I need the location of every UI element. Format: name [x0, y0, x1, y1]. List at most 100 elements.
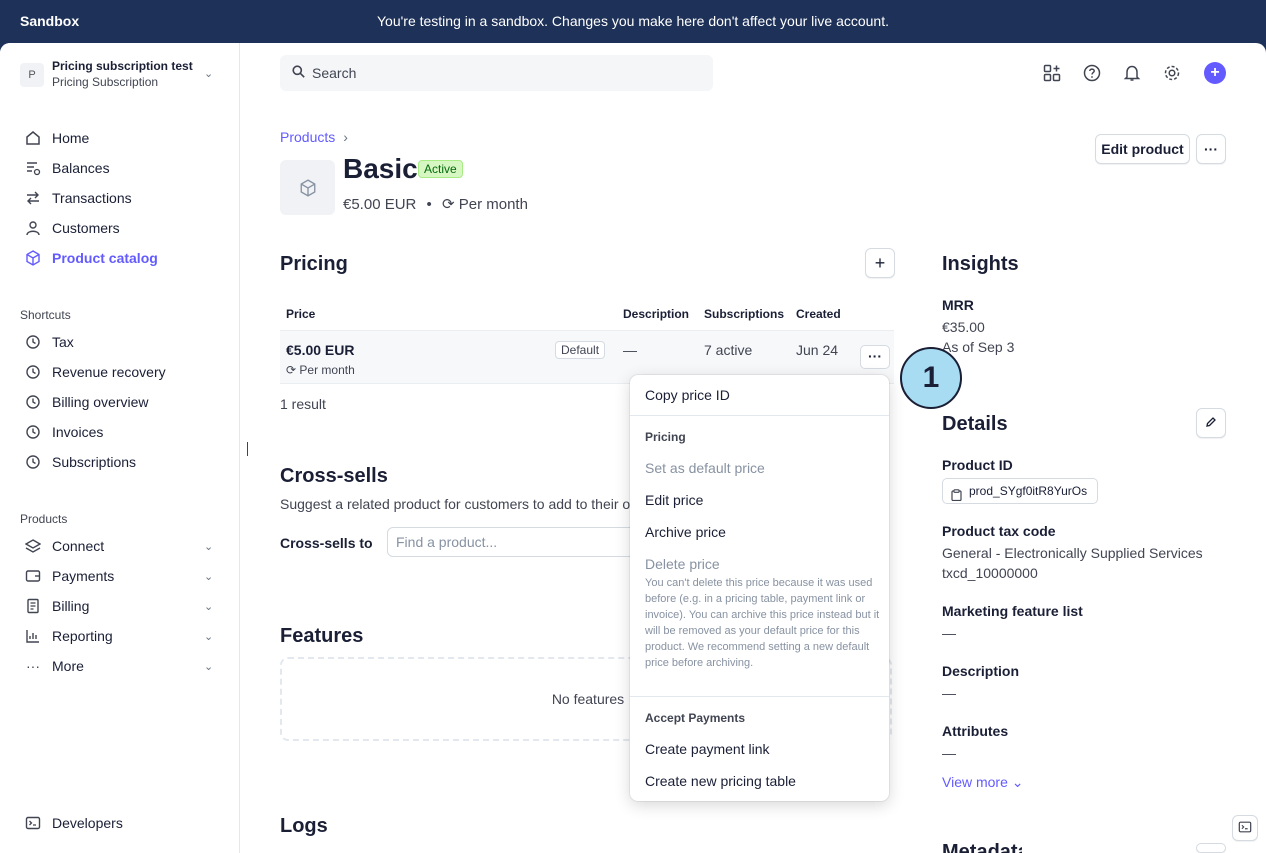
- price-actions-menu: Copy price ID Pricing Set as default pri…: [630, 375, 889, 801]
- sidebar-item-developers[interactable]: Developers: [24, 812, 224, 834]
- chevron-down-icon: ⌄: [204, 540, 214, 553]
- view-more-label: View more: [942, 774, 1008, 790]
- sidebar-item-more[interactable]: ··· More ⌄: [24, 655, 224, 677]
- features-heading: Features: [280, 625, 364, 647]
- sidebar-item-product-catalog[interactable]: Product catalog: [24, 247, 224, 269]
- mrr-label: MRR: [942, 297, 974, 313]
- recurring-icon: ⟳: [286, 363, 297, 377]
- edit-details-button[interactable]: [1196, 408, 1226, 438]
- create-new-button[interactable]: +: [1204, 62, 1226, 84]
- menu-edit-price[interactable]: Edit price: [645, 492, 703, 508]
- search-bar[interactable]: [280, 55, 713, 91]
- sidebar-item-label: Payments: [52, 568, 115, 584]
- description-value: —: [942, 685, 956, 701]
- sidebar-item-transactions[interactable]: Transactions: [24, 187, 224, 209]
- ellipsis-icon: ···: [1204, 141, 1218, 157]
- column-header-description: Description: [623, 307, 690, 321]
- shortcut-revenue-recovery[interactable]: Revenue recovery: [24, 361, 224, 383]
- terminal-icon: [24, 814, 42, 832]
- description-label: Description: [942, 663, 1020, 679]
- search-input[interactable]: [312, 55, 702, 91]
- menu-delete-price[interactable]: Delete price: [645, 556, 720, 572]
- status-badge: Active: [418, 160, 463, 178]
- menu-heading-accept-payments: Accept Payments: [645, 711, 746, 725]
- sidebar-item-balances[interactable]: Balances: [24, 157, 224, 179]
- cross-sells-input[interactable]: [396, 528, 636, 556]
- shortcut-label: Billing overview: [52, 394, 149, 410]
- cross-sells-subtitle: Suggest a related product for customers …: [280, 496, 631, 512]
- gear-icon[interactable]: [1162, 63, 1182, 83]
- view-more-link[interactable]: View more ⌄: [942, 774, 1024, 791]
- menu-set-default-price[interactable]: Set as default price: [645, 460, 765, 476]
- column-header-created: Created: [796, 307, 841, 321]
- sidebar-item-label: Product catalog: [52, 250, 158, 266]
- price-amount: €5.00 EUR: [286, 342, 355, 358]
- shortcut-subscriptions[interactable]: Subscriptions: [24, 451, 224, 473]
- help-icon[interactable]: [1082, 63, 1102, 83]
- sidebar-item-label: More: [52, 658, 84, 674]
- edit-metadata-button[interactable]: [1196, 843, 1226, 853]
- shortcut-tax[interactable]: Tax: [24, 331, 224, 353]
- recurring-icon: ⟳: [441, 196, 455, 213]
- sidebar-item-payments[interactable]: Payments ⌄: [24, 565, 224, 587]
- ellipsis-icon: ···: [26, 658, 40, 674]
- more-actions-button[interactable]: ···: [1196, 134, 1226, 164]
- sidebar-item-connect[interactable]: Connect ⌄: [24, 535, 224, 557]
- shortcut-invoices[interactable]: Invoices: [24, 421, 224, 443]
- delete-price-note: You can't delete this price because it w…: [645, 577, 880, 669]
- page-title: Basic: [343, 153, 418, 184]
- bell-icon[interactable]: [1122, 63, 1142, 83]
- chevron-down-icon: ⌄: [204, 68, 214, 80]
- product-id-copy[interactable]: prod_SYgf0itR8YurOs: [942, 478, 1099, 504]
- sidebar-item-label: Reporting: [52, 628, 113, 644]
- step-marker: 1: [900, 347, 962, 409]
- wallet-icon: [24, 567, 42, 585]
- tax-code-id: txcd_10000000: [942, 565, 1038, 581]
- tax-code-name: General - Electronically Supplied Servic…: [942, 545, 1203, 561]
- attributes-label: Attributes: [942, 723, 1009, 739]
- edit-product-button[interactable]: Edit product: [1095, 134, 1190, 164]
- sidebar-item-label: Billing: [52, 598, 90, 614]
- shortcut-label: Revenue recovery: [52, 364, 166, 380]
- sidebar-item-billing[interactable]: Billing ⌄: [24, 595, 224, 617]
- cross-sells-field[interactable]: [387, 527, 647, 557]
- shortcut-billing-overview[interactable]: Billing overview: [24, 391, 224, 413]
- clock-icon: [24, 423, 42, 441]
- price-interval-label: Per month: [299, 363, 355, 377]
- sidebar-item-customers[interactable]: Customers: [24, 217, 224, 239]
- add-price-button[interactable]: +: [865, 248, 895, 278]
- breadcrumb-products[interactable]: Products: [280, 129, 335, 145]
- column-header-subscriptions: Subscriptions: [704, 307, 785, 321]
- menu-copy-price-id[interactable]: Copy price ID: [645, 387, 730, 403]
- sidebar-item-label: Connect: [52, 538, 105, 554]
- apps-icon[interactable]: [1042, 63, 1062, 83]
- account-switcher[interactable]: P Pricing subscription test Pricing Subs…: [20, 59, 220, 91]
- bar-chart-icon: [24, 627, 42, 645]
- document-icon: [24, 597, 42, 615]
- row-actions-button[interactable]: ···: [860, 345, 890, 369]
- menu-heading-pricing: Pricing: [645, 430, 686, 444]
- plus-icon: +: [874, 252, 886, 273]
- default-badge: Default: [555, 341, 606, 359]
- product-image-placeholder[interactable]: [280, 160, 335, 215]
- menu-create-pricing-table[interactable]: Create new pricing table: [645, 773, 796, 789]
- pencil-icon: [1205, 415, 1217, 431]
- sidebar-item-reporting[interactable]: Reporting ⌄: [24, 625, 224, 647]
- breadcrumb[interactable]: Products ›: [280, 129, 348, 145]
- shell-button[interactable]: [1232, 815, 1258, 841]
- menu-create-payment-link[interactable]: Create payment link: [645, 741, 770, 757]
- clock-icon: [24, 393, 42, 411]
- sidebar-item-label: Balances: [52, 160, 110, 176]
- product-id-value: prod_SYgf0itR8YurOs: [969, 484, 1088, 498]
- separator-dot: •: [426, 196, 432, 213]
- insights-heading: Insights: [942, 253, 1019, 275]
- menu-archive-price[interactable]: Archive price: [645, 524, 726, 540]
- clock-icon: [24, 363, 42, 381]
- clock-icon: [24, 333, 42, 351]
- product-price: €5.00 EUR: [343, 196, 417, 213]
- sidebar-item-label: Developers: [52, 815, 123, 831]
- price-interval: ⟳ Per month: [286, 363, 355, 377]
- sidebar-item-home[interactable]: Home: [24, 127, 224, 149]
- ellipsis-icon: ···: [868, 348, 882, 364]
- menu-divider: [630, 415, 889, 416]
